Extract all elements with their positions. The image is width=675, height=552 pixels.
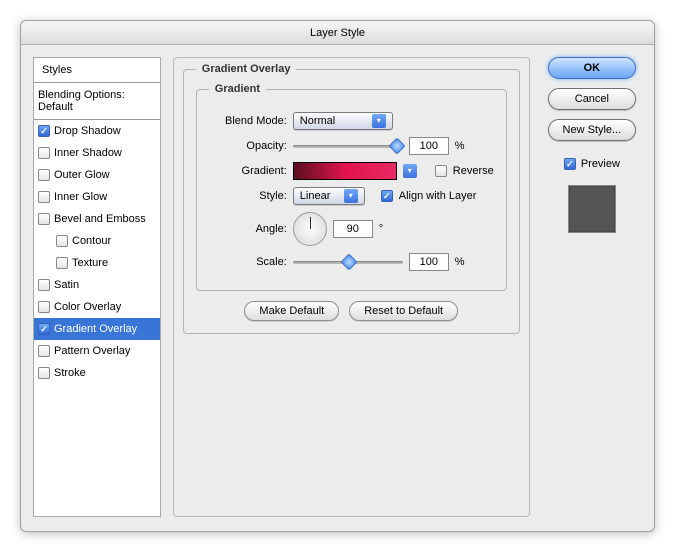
reset-default-button[interactable]: Reset to Default [349, 301, 458, 321]
style-checkbox[interactable] [38, 367, 50, 379]
style-item-outer-glow[interactable]: Outer Glow [34, 164, 160, 186]
dropdown-icon[interactable]: ▾ [403, 164, 417, 178]
style-label: Color Overlay [54, 301, 121, 313]
angle-dial[interactable] [293, 212, 327, 246]
gradient-overlay-group: Gradient Overlay Gradient Blend Mode: No… [183, 63, 520, 334]
gradient-label: Gradient: [209, 165, 287, 177]
style-select[interactable]: Linear ▾ [293, 187, 365, 205]
style-checkbox[interactable] [38, 191, 50, 203]
angle-unit: ° [379, 223, 383, 235]
style-checkbox[interactable] [38, 301, 50, 313]
opacity-unit: % [455, 140, 465, 152]
style-label: Outer Glow [54, 169, 110, 181]
make-default-button[interactable]: Make Default [244, 301, 339, 321]
dialog-title: Layer Style [21, 21, 654, 45]
style-label: Inner Shadow [54, 147, 122, 159]
style-checkbox[interactable] [38, 323, 50, 335]
scale-unit: % [455, 256, 465, 268]
style-checkbox[interactable] [56, 235, 68, 247]
blending-options[interactable]: Blending Options: Default [34, 83, 160, 120]
gradient-swatch[interactable] [293, 162, 397, 180]
style-item-contour[interactable]: Contour [34, 230, 160, 252]
ok-button[interactable]: OK [548, 57, 636, 79]
style-label: Pattern Overlay [54, 345, 130, 357]
style-label: Texture [72, 257, 108, 269]
style-label: Drop Shadow [54, 125, 121, 137]
styles-list: Styles Blending Options: Default Drop Sh… [33, 57, 161, 517]
scale-input[interactable] [409, 253, 449, 271]
scale-slider[interactable] [293, 255, 403, 269]
style-checkbox[interactable] [38, 169, 50, 181]
style-label: Gradient Overlay [54, 323, 137, 335]
layer-style-dialog: Layer Style Styles Blending Options: Def… [20, 20, 655, 532]
style-checkbox[interactable] [56, 257, 68, 269]
style-item-bevel-and-emboss[interactable]: Bevel and Emboss [34, 208, 160, 230]
dropdown-icon: ▾ [344, 189, 358, 203]
scale-label: Scale: [209, 256, 287, 268]
style-label: Style: [209, 190, 287, 202]
reverse-label: Reverse [453, 165, 494, 177]
gradient-group: Gradient Blend Mode: Normal ▾ Opacity: [196, 83, 507, 291]
cancel-button[interactable]: Cancel [548, 88, 636, 110]
preview-label: Preview [581, 158, 620, 170]
style-item-inner-glow[interactable]: Inner Glow [34, 186, 160, 208]
reverse-checkbox[interactable] [435, 165, 447, 177]
opacity-label: Opacity: [209, 140, 287, 152]
style-item-satin[interactable]: Satin [34, 274, 160, 296]
dropdown-icon: ▾ [372, 114, 386, 128]
style-checkbox[interactable] [38, 213, 50, 225]
opacity-slider[interactable] [293, 139, 403, 153]
styles-header[interactable]: Styles [34, 58, 160, 83]
style-checkbox[interactable] [38, 125, 50, 137]
angle-label: Angle: [209, 223, 287, 235]
align-checkbox[interactable] [381, 190, 393, 202]
style-item-drop-shadow[interactable]: Drop Shadow [34, 120, 160, 142]
style-label: Inner Glow [54, 191, 107, 203]
style-label: Contour [72, 235, 111, 247]
preview-checkbox[interactable] [564, 158, 576, 170]
style-item-color-overlay[interactable]: Color Overlay [34, 296, 160, 318]
style-label: Stroke [54, 367, 86, 379]
dialog-buttons: OK Cancel New Style... Preview [542, 57, 642, 517]
preview-swatch [568, 185, 616, 233]
angle-input[interactable] [333, 220, 373, 238]
style-label: Bevel and Emboss [54, 213, 146, 225]
style-item-stroke[interactable]: Stroke [34, 362, 160, 384]
group-title: Gradient Overlay [196, 63, 297, 75]
style-item-gradient-overlay[interactable]: Gradient Overlay [34, 318, 160, 340]
style-item-inner-shadow[interactable]: Inner Shadow [34, 142, 160, 164]
style-checkbox[interactable] [38, 345, 50, 357]
gradient-sub-title: Gradient [209, 83, 266, 95]
new-style-button[interactable]: New Style... [548, 119, 636, 141]
style-checkbox[interactable] [38, 279, 50, 291]
opacity-input[interactable] [409, 137, 449, 155]
style-item-texture[interactable]: Texture [34, 252, 160, 274]
style-checkbox[interactable] [38, 147, 50, 159]
style-item-pattern-overlay[interactable]: Pattern Overlay [34, 340, 160, 362]
blend-mode-label: Blend Mode: [209, 115, 287, 127]
align-label: Align with Layer [399, 190, 477, 202]
style-label: Satin [54, 279, 79, 291]
blend-mode-select[interactable]: Normal ▾ [293, 112, 393, 130]
